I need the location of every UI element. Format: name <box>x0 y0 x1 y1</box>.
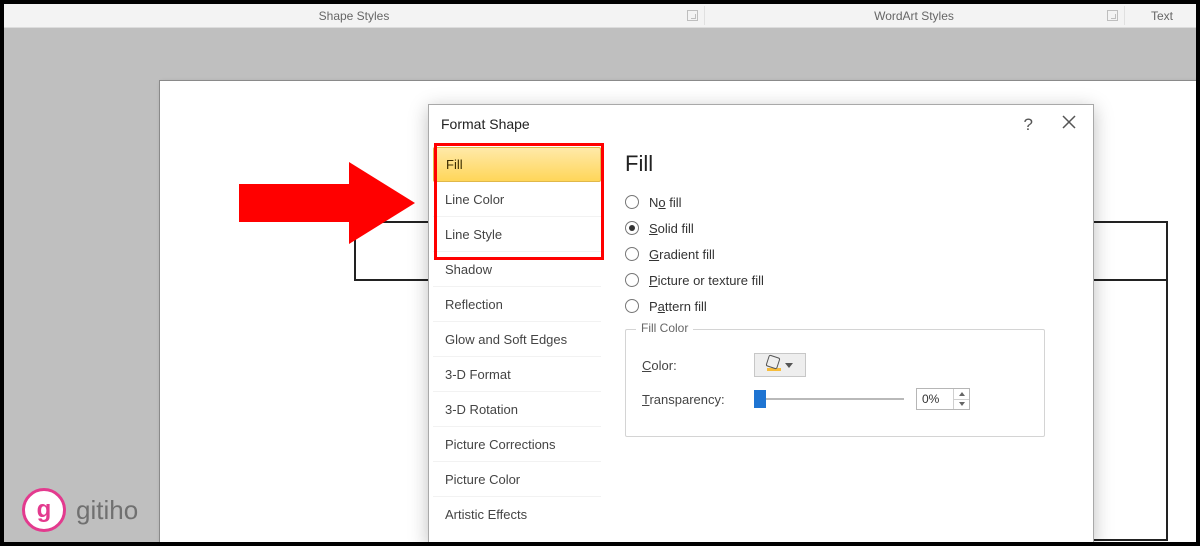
transparency-label: Transparency: <box>642 392 742 407</box>
dialog-body: Fill Line Color Line Style Shadow Reflec… <box>429 143 1093 543</box>
slider-thumb[interactable] <box>754 390 766 408</box>
pane-heading: Fill <box>625 151 1073 177</box>
radio-dot-icon <box>625 299 639 313</box>
spinner <box>953 389 969 409</box>
radio-label: Gradient fill <box>649 247 715 262</box>
spinner-down-button[interactable] <box>954 400 969 410</box>
watermark: g gitiho <box>22 488 138 532</box>
chevron-up-icon <box>959 392 965 396</box>
ribbon-group-label: Text <box>1151 9 1173 23</box>
ribbon-group-label: Shape Styles <box>319 9 390 23</box>
watermark-logo: g <box>22 488 66 532</box>
format-shape-dialog: Format Shape ? Fill Line Color Line Styl… <box>428 104 1094 544</box>
paint-bucket-icon <box>767 359 781 371</box>
category-item-fill[interactable]: Fill <box>433 147 601 182</box>
fill-color-group: Fill Color Color: Transparency: <box>625 329 1045 437</box>
radio-label: Picture or texture fill <box>649 273 764 288</box>
close-icon <box>1062 115 1076 132</box>
radio-solid-fill[interactable]: Solid fill <box>625 215 1073 241</box>
color-label: Color: <box>642 358 742 373</box>
color-picker-button[interactable] <box>754 353 806 377</box>
category-item-shadow[interactable]: Shadow <box>433 252 601 287</box>
radio-no-fill[interactable]: No fill <box>625 189 1073 215</box>
color-row: Color: <box>642 348 1028 382</box>
screenshot-stage: Shape Styles WordArt Styles Text Format … <box>0 0 1200 546</box>
radio-label: No fill <box>649 195 682 210</box>
dialog-title-text: Format Shape <box>441 116 530 132</box>
fill-pane: Fill No fill Solid fill Gradient fill Pi… <box>605 143 1093 543</box>
dialog-title: Format Shape <box>429 105 1093 143</box>
ribbon-group-shape-styles[interactable]: Shape Styles <box>4 4 704 27</box>
radio-picture-fill[interactable]: Picture or texture fill <box>625 267 1073 293</box>
radio-gradient-fill[interactable]: Gradient fill <box>625 241 1073 267</box>
transparency-input[interactable]: 0% <box>916 388 970 410</box>
slider-track <box>754 398 904 400</box>
category-item-pic-corrections[interactable]: Picture Corrections <box>433 427 601 462</box>
radio-label: Solid fill <box>649 221 694 236</box>
ribbon: Shape Styles WordArt Styles Text <box>4 4 1196 28</box>
radio-dot-icon <box>625 273 639 287</box>
dialog-close-button[interactable] <box>1055 111 1083 135</box>
dialog-launcher-icon[interactable] <box>687 10 698 21</box>
radio-dot-icon <box>625 247 639 261</box>
ribbon-separator <box>704 6 705 25</box>
transparency-value: 0% <box>917 392 953 406</box>
category-item-line-color[interactable]: Line Color <box>433 182 601 217</box>
category-item-reflection[interactable]: Reflection <box>433 287 601 322</box>
category-item-3d-rotation[interactable]: 3-D Rotation <box>433 392 601 427</box>
dialog-launcher-icon[interactable] <box>1107 10 1118 21</box>
spinner-up-button[interactable] <box>954 389 969 400</box>
category-item-artistic[interactable]: Artistic Effects <box>433 497 601 532</box>
group-legend: Fill Color <box>636 321 693 335</box>
dialog-help-button[interactable]: ? <box>1018 113 1039 137</box>
transparency-row: Transparency: 0% <box>642 382 1028 416</box>
category-item-line-style[interactable]: Line Style <box>433 217 601 252</box>
chevron-down-icon <box>785 363 793 368</box>
ribbon-separator <box>1124 6 1125 25</box>
radio-label: Pattern fill <box>649 299 707 314</box>
radio-dot-icon <box>625 221 639 235</box>
category-item-glow[interactable]: Glow and Soft Edges <box>433 322 601 357</box>
ribbon-group-text[interactable]: Text <box>1124 4 1200 27</box>
ribbon-group-wordart-styles[interactable]: WordArt Styles <box>704 4 1124 27</box>
chevron-down-icon <box>959 402 965 406</box>
radio-dot-icon <box>625 195 639 209</box>
category-item-3d-format[interactable]: 3-D Format <box>433 357 601 392</box>
transparency-slider[interactable] <box>754 389 904 409</box>
watermark-text: gitiho <box>76 495 138 526</box>
ribbon-group-label: WordArt Styles <box>874 9 954 23</box>
category-item-pic-color[interactable]: Picture Color <box>433 462 601 497</box>
radio-pattern-fill[interactable]: Pattern fill <box>625 293 1073 319</box>
category-list: Fill Line Color Line Style Shadow Reflec… <box>429 143 605 543</box>
